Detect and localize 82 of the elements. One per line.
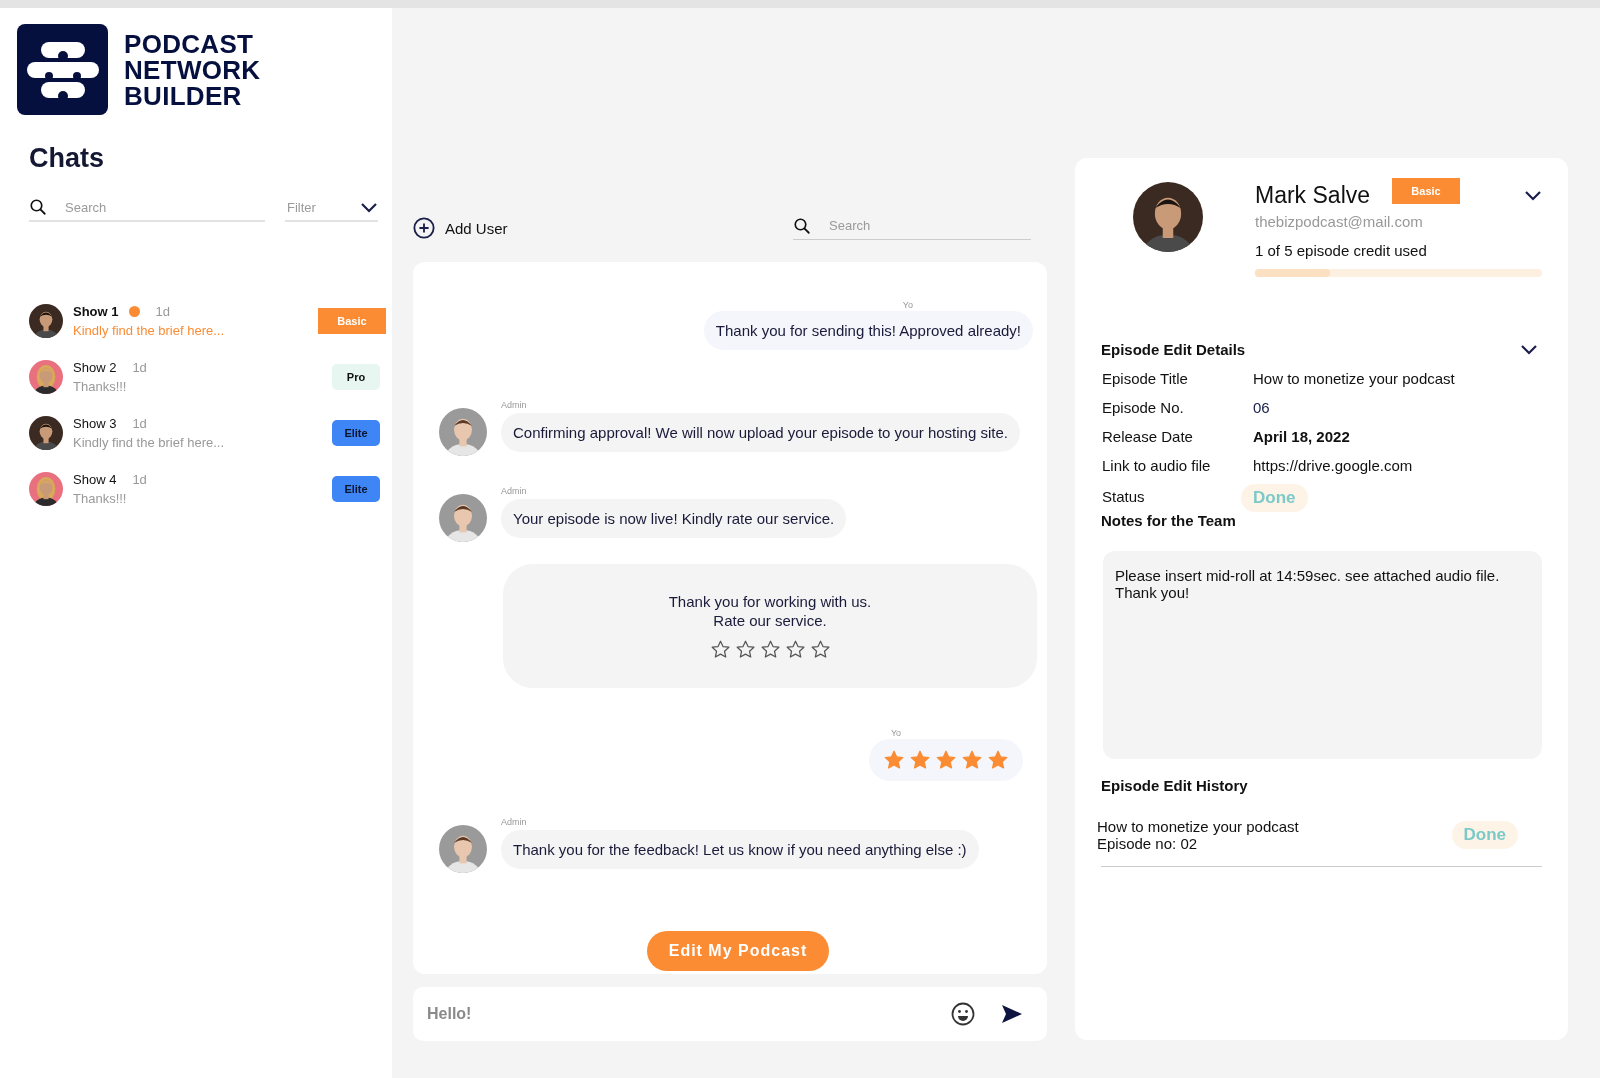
emoji-icon[interactable] <box>951 1002 975 1026</box>
message-bubble: Thank you for sending this! Approved already! <box>703 311 1033 350</box>
search-field[interactable]: Search <box>827 217 1011 234</box>
field-label: Release Date <box>1101 428 1194 445</box>
filled-star-icon[interactable] <box>987 749 1009 771</box>
filled-star-icon[interactable] <box>935 749 957 771</box>
field-label: Status <box>1101 487 1146 505</box>
chevron-down-icon[interactable] <box>1524 189 1542 202</box>
search-field[interactable]: Search <box>63 198 217 216</box>
unread-dot <box>128 305 140 317</box>
rating-prompt-text: Rate our service. <box>713 611 827 629</box>
filled-star-icon[interactable] <box>961 749 983 771</box>
field-label: Episode No. <box>1101 399 1185 416</box>
chat-name[interactable]: Show 3 <box>73 415 117 431</box>
star-icon[interactable] <box>734 638 756 660</box>
avatar <box>29 471 63 506</box>
history-entry: How to monetize your podcast Episode no: 02 <box>1097 818 1299 852</box>
message-bubble: Thank you for the feedback! Let us know if you need anything else :) <box>501 830 979 869</box>
chevron-down-icon[interactable] <box>1520 343 1538 356</box>
chat-name[interactable]: Show 1 <box>73 303 119 319</box>
chat-name[interactable]: Show 4 <box>73 471 117 487</box>
plan-badge: Basic <box>318 307 386 334</box>
chat-time: 1d <box>132 471 147 487</box>
field-value: https://drive.google.com <box>1253 457 1414 474</box>
plan-badge: Elite <box>332 475 380 502</box>
message-bubble: Your episode is now live! Kindly rate our service. <box>501 499 847 538</box>
profile-name: Mark Salve <box>1255 182 1371 209</box>
send-icon[interactable] <box>1001 1004 1023 1024</box>
plan-badge: Pro <box>332 363 380 390</box>
field-label: Link to audio file <box>1101 457 1212 474</box>
section-title: Episode Edit History <box>1101 777 1249 794</box>
rating-prompt-text: Thank you for working with us. <box>668 592 872 610</box>
chats-title: Chats <box>29 143 105 174</box>
filter-dropdown[interactable]: Filter <box>285 199 349 216</box>
status-pill: Done <box>1241 484 1308 512</box>
chevron-down-icon[interactable] <box>360 201 378 214</box>
avatar <box>439 408 487 456</box>
avatar <box>29 415 63 450</box>
avatar <box>439 825 487 873</box>
chat-time: 1d <box>132 359 147 375</box>
chat-preview: Thanks!!! <box>73 490 128 506</box>
brand-name: PODCAST NETWORK BUILDER <box>124 30 261 109</box>
star-icon[interactable] <box>809 638 831 660</box>
plus-circle-icon <box>413 217 435 239</box>
section-title: Notes for the Team <box>1101 512 1237 529</box>
chat-name[interactable]: Show 2 <box>73 359 117 375</box>
sender-label: Admin <box>501 817 528 827</box>
filled-star-icon[interactable] <box>909 749 931 771</box>
field-label: Episode Title <box>1101 370 1189 387</box>
notes-box[interactable]: Please insert mid-roll at 14:59sec. see attached audio file. Thank you! <box>1103 551 1542 759</box>
chat-time: 1d <box>155 303 170 319</box>
chat-preview: Thanks!!! <box>73 378 128 394</box>
plan-badge: Basic <box>1392 177 1461 204</box>
avatar <box>439 494 487 542</box>
sender-label: Yo <box>890 728 902 738</box>
avatar <box>29 303 63 338</box>
field-value: 06 <box>1253 399 1271 416</box>
status-pill: Done <box>1451 821 1518 849</box>
star-icon[interactable] <box>759 638 781 660</box>
credit-usage: 1 of 5 episode credit used <box>1255 242 1428 259</box>
star-icon[interactable] <box>784 638 806 660</box>
field-value: How to monetize your podcast <box>1253 370 1456 387</box>
message-input[interactable]: Hello! <box>425 1004 925 1024</box>
chat-time: 1d <box>132 415 147 431</box>
section-title: Episode Edit Details <box>1101 341 1246 358</box>
field-value: April 18, 2022 <box>1253 428 1351 445</box>
chat-preview: Kindly find the brief here... <box>73 322 226 338</box>
profile-email: thebizpodcast@mail.com <box>1255 213 1424 230</box>
logo-icon <box>17 24 108 115</box>
filled-star-icon[interactable] <box>883 749 905 771</box>
star-icon[interactable] <box>709 638 731 660</box>
plan-badge: Elite <box>332 419 380 446</box>
search-icon <box>793 216 811 235</box>
chat-preview: Kindly find the brief here... <box>73 434 226 450</box>
add-user-button[interactable]: Add User <box>413 217 508 239</box>
message-field[interactable]: Hello! <box>413 987 1047 1041</box>
message-bubble: Confirming approval! We will now upload your episode to your hosting site. <box>501 413 1020 452</box>
avatar <box>29 359 63 394</box>
search-icon <box>29 198 47 216</box>
sender-label: Yo <box>902 300 913 310</box>
sender-label: Admin <box>501 486 528 496</box>
sender-label: Admin <box>501 400 528 410</box>
